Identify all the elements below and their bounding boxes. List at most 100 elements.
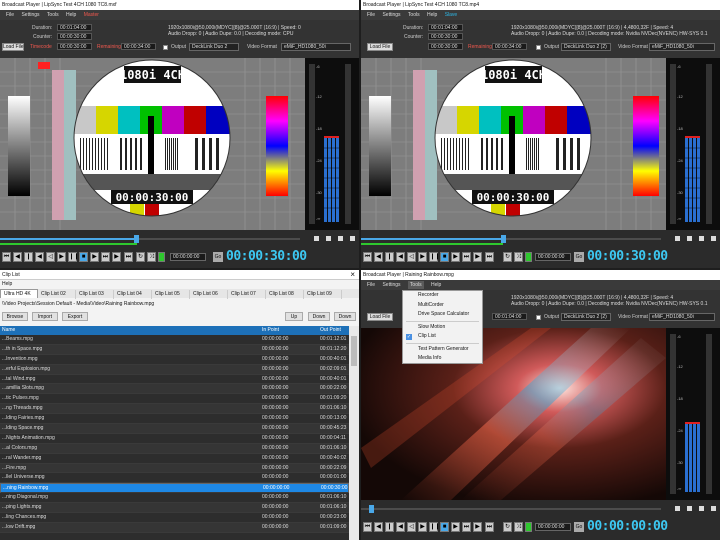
menu-item-slow-motion[interactable]: Slow Motion (403, 323, 482, 333)
menu-file[interactable]: File (6, 12, 14, 18)
loop-icon[interactable]: ↻ (503, 522, 512, 532)
table-row[interactable]: ...Nights Animation.mpg 00:00:00:00 00:00:… (0, 434, 349, 444)
video-format-select[interactable]: eMiF_HD1080_50i (281, 43, 351, 51)
column-header-in-point[interactable]: In Point (262, 326, 279, 335)
rewind-button[interactable]: ◀ (396, 522, 405, 532)
tab-clip-list[interactable]: Clip List 02 (38, 290, 76, 299)
option-square[interactable] (699, 506, 704, 511)
output-checkbox[interactable] (536, 45, 541, 50)
import-button[interactable]: Import (32, 312, 58, 321)
table-row[interactable]: ...lding Fairies.mpg 00:00:00:00 00:00:13:… (0, 414, 349, 425)
reverse-play-button[interactable]: ◁ (46, 252, 55, 262)
prev-clip-button[interactable]: ◀ (13, 252, 22, 262)
skip-start-button[interactable]: ⏮ (2, 252, 11, 262)
skip-end-button[interactable]: ⏭ (485, 252, 494, 262)
scrollbar-thumb[interactable] (351, 336, 357, 366)
option-square[interactable] (711, 506, 716, 511)
table-row[interactable]: ...low Drift.mpg 00:00:00:00 00:01:09:00 (0, 522, 349, 533)
prev-clip-button[interactable]: ◀ (374, 252, 383, 262)
menu-item-clip-list[interactable]: ✓ Clip List (403, 332, 482, 342)
menu-settings[interactable]: Settings (382, 282, 400, 288)
seek-handle[interactable] (501, 235, 506, 243)
next-clip-button[interactable]: ▶ (112, 252, 121, 262)
seek-handle[interactable] (369, 505, 374, 513)
next-clip-button[interactable]: ▶ (473, 522, 482, 532)
menu-file[interactable]: File (367, 282, 375, 288)
output-device-select[interactable]: DeckLink Duo 2 (2) (561, 313, 611, 321)
table-row[interactable]: ...ning Rainbow.mpg 00:00:00:00 00:00:30:0… (0, 483, 349, 494)
tab-clip-list[interactable]: Clip List 06 (190, 290, 228, 299)
pause-button[interactable]: ❙❙ (429, 252, 440, 262)
table-row[interactable]: ...tal Wind.mpg 00:00:00:00 00:00:40:01 (0, 375, 349, 385)
fast-forward-button[interactable]: ⏭ (462, 522, 471, 532)
tab-clip-list[interactable]: Clip List 08 (266, 290, 304, 299)
play-button[interactable]: ▶ (418, 252, 427, 262)
loop-icon[interactable]: ↻ (503, 252, 512, 262)
step-forward-button[interactable]: ▶ (451, 252, 460, 262)
menu-help[interactable]: Help (0, 280, 359, 288)
load-file-button[interactable]: Load File (2, 43, 24, 51)
up-button[interactable]: Up (285, 312, 303, 321)
load-file-button[interactable]: Load File (367, 43, 393, 51)
column-header-name[interactable]: Name (2, 326, 15, 335)
table-row[interactable]: ...ling Chances.mpg 00:00:00:00 00:00:23:0… (0, 513, 349, 523)
tab-clip-list[interactable]: Clip List 07 (228, 290, 266, 299)
down-button[interactable]: Down (334, 312, 356, 321)
go-button[interactable]: Go (213, 252, 223, 262)
step-forward-button[interactable]: ▶ (90, 252, 99, 262)
skip-end-button[interactable]: ⏭ (485, 522, 494, 532)
table-row[interactable]: ...tic Pulses.mpg 00:00:00:00 00:01:09:20 (0, 394, 349, 405)
menu-item-recorder[interactable]: Recorder (403, 291, 482, 301)
table-row[interactable]: ...Invention.mpg 00:00:00:00 00:00:40:01 (0, 355, 349, 365)
tab-clip-list[interactable]: Clip List 09 (304, 290, 342, 299)
skip-start-button[interactable]: ⏮ (363, 252, 372, 262)
table-row[interactable]: ...amillia Slots.mpg 00:00:00:00 00:00:22:… (0, 384, 349, 395)
next-clip-button[interactable]: ▶ (473, 252, 482, 262)
go-button[interactable]: Go (574, 522, 584, 532)
table-row[interactable]: ...ral Wander.mpg 00:00:00:00 00:00:40:02 (0, 454, 349, 464)
video-format-select[interactable]: eMiF_HD1080_50i (649, 43, 715, 51)
shuffle-icon[interactable]: ⤨ (147, 252, 156, 262)
menu-file[interactable]: File (367, 12, 375, 18)
table-row[interactable]: ...Fire.mpg 00:00:00:00 00:00:22:09 (0, 463, 349, 474)
option-square[interactable] (350, 236, 355, 241)
prev-clip-button[interactable]: ◀ (374, 522, 383, 532)
pause-button[interactable]: ❙❙ (68, 252, 79, 262)
skip-start-button[interactable]: ⏮ (363, 522, 372, 532)
output-checkbox[interactable] (163, 45, 168, 50)
reverse-play-button[interactable]: ◁ (407, 252, 416, 262)
column-header-out-point[interactable]: Out Point (320, 326, 341, 335)
option-square[interactable] (687, 506, 692, 511)
output-device-select[interactable]: DeckLink Duo 2 (2) (561, 43, 611, 51)
seek-track[interactable] (361, 508, 661, 510)
tab-clip-list[interactable]: Clip List 03 (76, 290, 114, 299)
option-square[interactable] (687, 236, 692, 241)
table-row[interactable]: ...erful Explosion.mpg 00:00:00:00 00:02:0… (0, 364, 349, 375)
skip-end-button[interactable]: ⏭ (124, 252, 133, 262)
option-square[interactable] (338, 236, 343, 241)
shuffle-icon[interactable]: ⤨ (514, 522, 523, 532)
play-button[interactable]: ▶ (57, 252, 66, 262)
option-square[interactable] (326, 236, 331, 241)
option-square[interactable] (675, 506, 680, 511)
stop-button[interactable]: ■ (440, 252, 449, 262)
menu-tools[interactable]: Tools (408, 12, 420, 18)
table-row[interactable]: ...lding Space.mpg 00:00:00:00 00:00:45:23 (0, 424, 349, 434)
table-row[interactable]: ...ning Diagonal.mpg 00:00:00:00 00:01:06:… (0, 493, 349, 504)
menu-tools[interactable]: Tools (47, 12, 59, 18)
play-button[interactable]: ▶ (418, 522, 427, 532)
reverse-play-button[interactable]: ◁ (407, 522, 416, 532)
table-row[interactable]: ...ping Lights.mpg 00:00:00:00 00:01:06:10 (0, 503, 349, 514)
tab-clip-list[interactable]: Ultra HD 4K (0, 289, 38, 298)
browse-button[interactable]: Browse (2, 312, 28, 321)
menu-settings[interactable]: Settings (382, 12, 400, 18)
table-row[interactable]: ...th in Space.mpg 00:00:00:00 00:01:12:20 (0, 344, 349, 355)
seek-handle[interactable] (134, 235, 139, 243)
menu-item-media-info[interactable]: Media Info (403, 354, 482, 364)
option-square[interactable] (314, 236, 319, 241)
close-icon[interactable]: × (350, 270, 355, 280)
export-button[interactable]: Export (62, 312, 88, 321)
step-back-button[interactable]: ❙ (385, 252, 394, 262)
step-forward-button[interactable]: ▶ (451, 522, 460, 532)
option-square[interactable] (711, 236, 716, 241)
